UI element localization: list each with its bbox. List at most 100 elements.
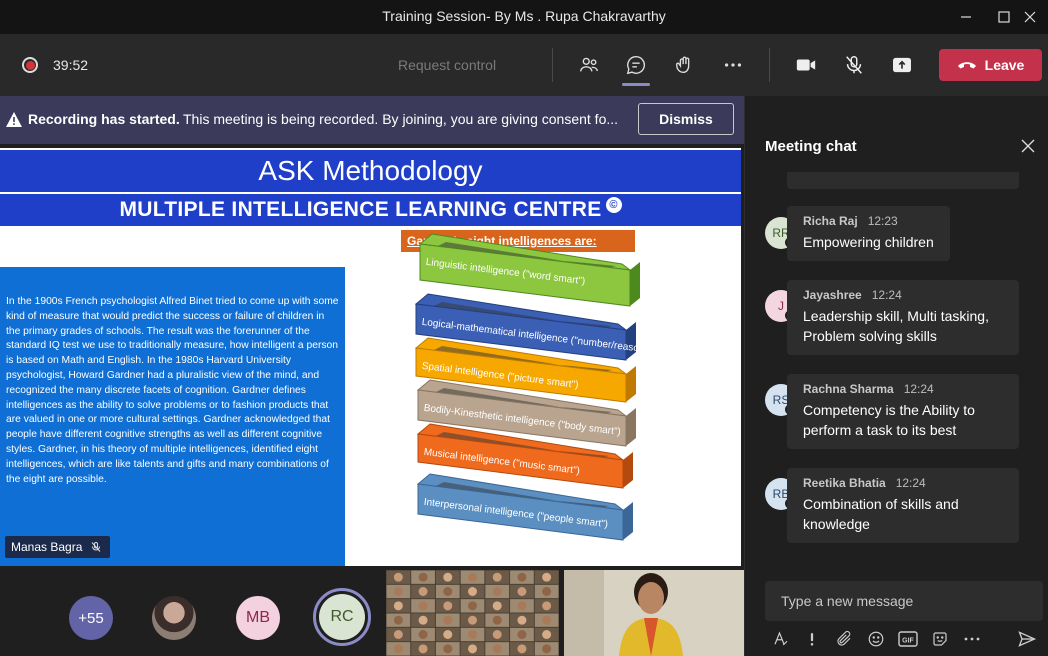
close-window-icon[interactable]	[1010, 0, 1048, 34]
gallery-face	[542, 630, 552, 639]
chat-time: 12:24	[871, 288, 902, 302]
chat-active-indicator	[622, 83, 650, 86]
gallery-face	[517, 644, 527, 654]
gallery-face	[542, 644, 552, 654]
chat-text: Competency is the Ability to perform a t…	[803, 402, 975, 438]
gif-icon[interactable]: GIF	[897, 628, 919, 650]
gallery-face	[468, 572, 477, 582]
layer-side-face	[630, 262, 640, 306]
presenter-video-thumbnail[interactable]	[564, 570, 744, 656]
camera-icon[interactable]	[790, 50, 822, 80]
gallery-face	[393, 587, 403, 596]
chat-text: Combination of skills and knowledge	[803, 496, 959, 532]
gallery-face	[468, 644, 477, 654]
gallery-face	[443, 615, 453, 625]
chat-sender: Richa Raj	[803, 214, 858, 228]
title-bar: Training Session- By Ms . Rupa Chakravar…	[0, 0, 1048, 34]
format-icon[interactable]	[770, 628, 792, 650]
gallery-face	[468, 615, 477, 625]
gallery-face	[393, 601, 403, 611]
chat-sender: Reetika Bhatia	[803, 476, 886, 490]
hangup-icon	[957, 62, 976, 69]
sticker-icon[interactable]	[929, 628, 951, 650]
send-icon[interactable]	[1016, 628, 1038, 650]
participant-avatar-mb[interactable]: MB	[236, 596, 280, 640]
chat-message[interactable]: Reetika Bhatia 12:24 Combination of skill…	[787, 468, 1019, 543]
gallery-face	[393, 630, 403, 639]
chat-title: Meeting chat	[765, 138, 857, 155]
raise-hand-icon[interactable]	[669, 50, 701, 80]
minimize-icon[interactable]	[946, 0, 986, 34]
gallery-face	[492, 630, 502, 639]
chat-message[interactable]: Richa Raj 12:23 Empowering children	[787, 206, 950, 261]
leave-button[interactable]: Leave	[939, 49, 1042, 81]
speaker-name: Manas Bagra	[11, 540, 83, 554]
emoji-icon[interactable]	[865, 628, 887, 650]
microphone-muted-icon[interactable]	[838, 50, 870, 80]
more-compose-options-icon[interactable]	[961, 628, 983, 650]
gallery-face	[517, 630, 527, 639]
gallery-face	[517, 601, 527, 611]
attach-icon[interactable]	[833, 628, 855, 650]
chat-sender: Rachna Sharma	[803, 382, 894, 396]
intelligence-stack-diagram: Linguistic intelligence ("word smart")Lo…	[414, 233, 693, 541]
gallery-face	[542, 615, 552, 625]
svg-text:GIF: GIF	[902, 638, 914, 645]
gallery-face	[492, 587, 502, 596]
more-options-icon[interactable]	[717, 50, 749, 80]
dismiss-button[interactable]: Dismiss	[638, 103, 734, 135]
gallery-face	[443, 630, 453, 639]
request-control-button[interactable]: Request control	[398, 57, 496, 73]
important-icon[interactable]	[801, 628, 823, 650]
chat-avatar-initials: J	[778, 299, 784, 313]
presenter-video	[564, 570, 744, 656]
chat-time: 12:23	[867, 214, 898, 228]
share-screen-icon[interactable]	[886, 50, 918, 80]
meeting-timer: 39:52	[53, 57, 89, 73]
gallery-face	[468, 601, 477, 611]
gallery-face	[517, 572, 527, 582]
gallery-face	[418, 615, 428, 625]
gallery-face	[542, 601, 552, 611]
participant-avatar-rc-speaking[interactable]: RC	[313, 588, 371, 646]
gallery-face	[517, 615, 527, 625]
gallery-video-thumbnail[interactable]	[386, 570, 559, 656]
participant-avatar-rc: RC	[319, 594, 365, 640]
layer-side-face	[626, 408, 636, 446]
chat-message[interactable]: Jayashree 12:24 Leadership skill, Multi t…	[787, 280, 1019, 355]
gallery-face	[443, 587, 453, 596]
shared-slide: ASK Methodology MULTIPLE INTELLIGENCE LE…	[0, 148, 741, 566]
chat-text: Empowering children	[803, 234, 934, 250]
toolbar-divider	[552, 48, 553, 82]
gallery-face	[418, 630, 428, 639]
gallery-face	[443, 572, 453, 582]
message-compose-input[interactable]: Type a new message	[765, 581, 1043, 621]
gallery-face	[517, 587, 527, 596]
layer-side-face	[623, 502, 633, 540]
chat-message[interactable]: Rachna Sharma 12:24 Competency is the Abi…	[787, 374, 1019, 449]
chat-sender: Jayashree	[803, 288, 862, 302]
gallery-face	[443, 601, 453, 611]
gallery-face	[492, 615, 502, 625]
gallery-face	[418, 587, 428, 596]
gallery-face	[468, 587, 477, 596]
layer-side-face	[623, 452, 633, 488]
gallery-face	[393, 615, 403, 625]
gallery-face	[418, 601, 428, 611]
participant-photo-avatar[interactable]	[152, 596, 196, 640]
recording-banner-title: Recording has started.	[28, 111, 180, 127]
chat-icon[interactable]	[620, 50, 652, 80]
gallery-face	[542, 587, 552, 596]
gallery-face	[492, 601, 502, 611]
people-icon[interactable]	[573, 50, 605, 80]
intelligence-layer: Linguistic intelligence ("word smart")	[418, 233, 640, 307]
previous-message-fragment	[787, 172, 1019, 189]
chat-time: 12:24	[895, 476, 926, 490]
more-participants-button[interactable]: +55	[69, 596, 113, 640]
leave-label: Leave	[984, 57, 1025, 73]
gallery-face	[443, 644, 453, 654]
window-title: Training Session- By Ms . Rupa Chakravar…	[382, 8, 666, 24]
gallery-face	[393, 644, 403, 654]
gallery-face	[492, 644, 502, 654]
close-chat-icon[interactable]	[1018, 136, 1038, 156]
